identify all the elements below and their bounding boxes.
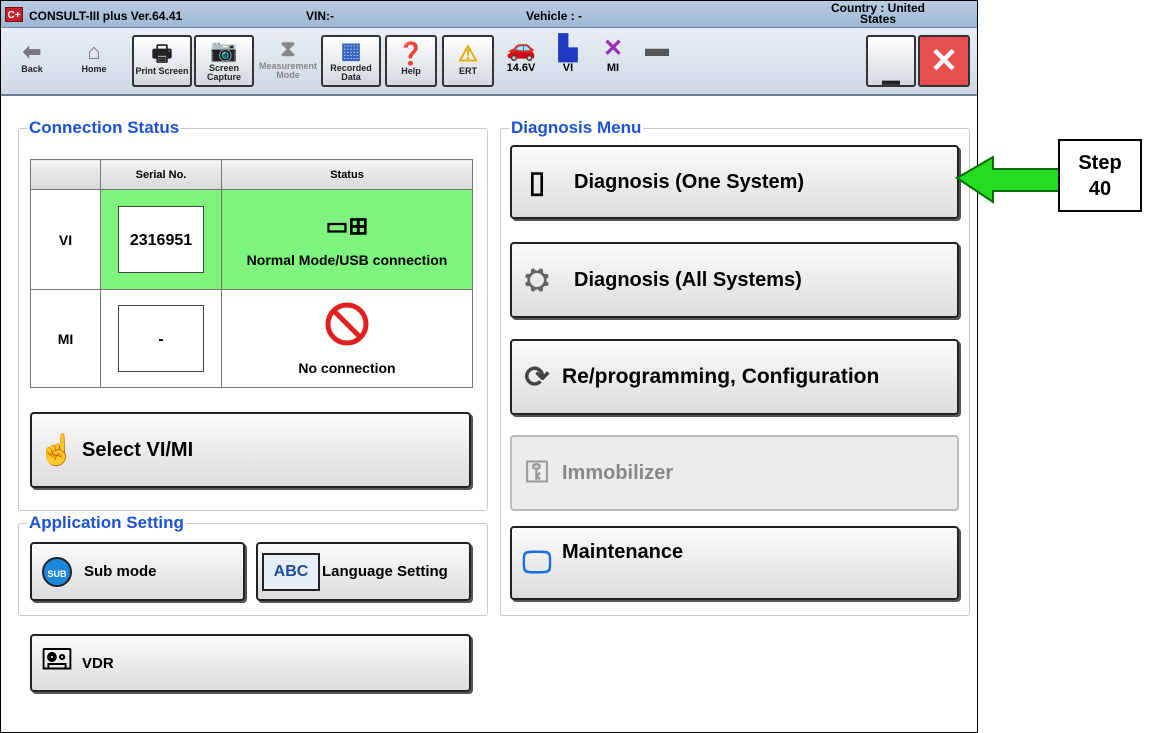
toolbar: ⬅ Back ⌂ Home 🖶 Print Screen 📷 Screen Ca…: [1, 28, 977, 96]
diagnosis-one-system-button[interactable]: ▯ Diagnosis (One System): [510, 145, 959, 219]
phone-device-icon: ▯: [528, 165, 546, 199]
key-icon: ⚿: [525, 456, 549, 489]
reprogramming-configuration-button[interactable]: ⟳ Re/programming, Configuration: [510, 339, 959, 415]
diagnosis-all-systems-button[interactable]: ⛭ Diagnosis (All Systems): [510, 242, 959, 318]
usb-icon: ▭⊞: [325, 212, 369, 240]
back-button[interactable]: ⬅ Back: [7, 35, 57, 87]
vdr-button[interactable]: 🖭 VDR: [30, 634, 471, 692]
header-blank: [30, 159, 101, 190]
measurement-mode-button[interactable]: ⧗ Measurement Mode: [257, 35, 319, 87]
car-icon: 🚗: [506, 35, 536, 62]
vi-serial-value: 2316951: [118, 206, 204, 273]
mi-row: MI - No connection: [30, 289, 473, 388]
measurement-icon: ⧗: [280, 36, 296, 61]
vin-label: VIN:-: [306, 9, 334, 23]
recorded-data-button[interactable]: ▦ Recorded Data: [321, 35, 381, 87]
mi-disconnected-icon: ✕: [602, 35, 624, 62]
sub-mode-button[interactable]: SUB Sub mode: [30, 542, 245, 601]
country-label: Country : United States: [831, 1, 925, 26]
connection-status-title: Connection Status: [27, 118, 182, 138]
header-serial: Serial No.: [100, 159, 222, 190]
vi-status: ▙ VI: [548, 35, 588, 75]
vdr-icon: 🖭: [41, 644, 73, 674]
minimize-icon: ▁: [882, 59, 900, 84]
mi-serial-value: -: [118, 305, 204, 372]
vi-device-icon: ▙: [558, 35, 578, 62]
app-logo: C+: [5, 7, 23, 22]
maintenance-icon: 🖵: [522, 546, 552, 579]
title-bar: C+ CONSULT-III plus Ver.64.41 VIN:- Vehi…: [1, 1, 977, 28]
vi-row: VI 2316951 ▭⊞ Normal Mode/USB connection: [30, 189, 473, 290]
maintenance-button[interactable]: 🖵 Maintenance: [510, 526, 959, 600]
recorded-data-icon: ▦: [340, 38, 362, 63]
select-vi-mi-icon: ☝: [38, 433, 76, 467]
mi-status-cell: No connection: [221, 289, 473, 388]
language-setting-button[interactable]: ABC Language Setting: [256, 542, 471, 601]
consult-window: C+ CONSULT-III plus Ver.64.41 VIN:- Vehi…: [0, 0, 978, 733]
abc-icon: ABC: [262, 552, 320, 591]
step-label: Step: [1078, 152, 1122, 174]
close-button[interactable]: ✕: [918, 35, 970, 87]
vi-status-text: Normal Mode/USB connection: [246, 251, 448, 268]
vehicle-label: Vehicle : -: [526, 9, 583, 23]
print-screen-button[interactable]: 🖶 Print Screen: [132, 35, 192, 87]
mi-status: ✕ MI: [593, 35, 633, 75]
sub-icon: SUB: [42, 556, 72, 587]
home-button[interactable]: ⌂ Home: [69, 35, 119, 87]
mi-row-label: MI: [30, 289, 101, 388]
application-setting-title: Application Setting: [27, 513, 186, 533]
help-icon: ❓: [397, 41, 425, 66]
vi-status-cell: ▭⊞ Normal Mode/USB connection: [221, 189, 473, 290]
minimize-button[interactable]: ▁: [866, 35, 916, 87]
step-arrow: [955, 156, 1060, 204]
printer-icon: 🖶: [151, 41, 173, 66]
no-connection-icon: [325, 302, 369, 346]
diagnosis-menu-title: Diagnosis Menu: [509, 118, 644, 138]
home-icon: ⌂: [87, 39, 101, 64]
immobilizer-button[interactable]: ⚿ Immobilizer: [510, 435, 959, 511]
select-vi-mi-button[interactable]: ☝ Select VI/MI: [30, 412, 471, 488]
mechanic-car-icon: ⛭: [525, 263, 549, 296]
vi-serial-cell: 2316951: [100, 189, 222, 290]
device-icon: ▬: [645, 35, 669, 62]
mi-serial-cell: -: [100, 289, 222, 388]
close-icon: ✕: [929, 42, 959, 80]
help-button[interactable]: ❓ Help: [385, 35, 437, 87]
reprogramming-icon: ⟳: [524, 360, 550, 394]
extra-device-status: ▬: [637, 36, 677, 62]
connection-table: Serial No. Status VI 2316951 ▭⊞ Normal M…: [30, 159, 473, 388]
vi-row-label: VI: [30, 189, 101, 290]
ert-button[interactable]: ⚠ ERT: [442, 35, 494, 87]
battery-status: 🚗 14.6V: [499, 35, 543, 75]
camera-icon: 📷: [210, 38, 238, 63]
warning-icon: ⚠: [458, 41, 478, 66]
back-arrow-icon: ⬅: [22, 39, 42, 64]
step-number: 40: [1088, 178, 1112, 200]
mi-status-text: No connection: [298, 360, 396, 376]
screen-capture-button[interactable]: 📷 Screen Capture: [194, 35, 254, 87]
app-title: CONSULT-III plus Ver.64.41: [29, 9, 183, 23]
step-callout: Step 40: [1058, 139, 1142, 212]
header-status: Status: [221, 159, 473, 190]
